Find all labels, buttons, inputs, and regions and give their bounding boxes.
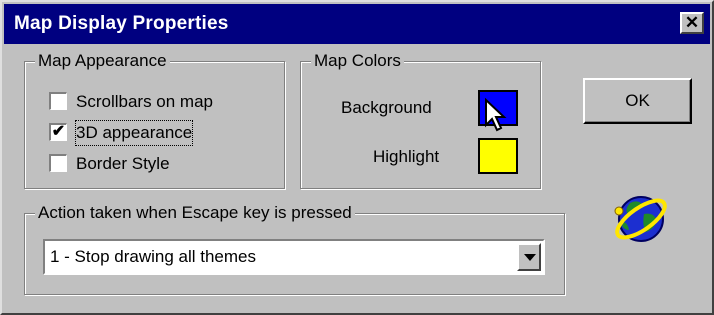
map-display-properties-dialog: Map Display Properties ✕ Map Appearance … — [0, 0, 714, 315]
map-colors-legend: Map Colors — [311, 50, 404, 72]
highlight-color-label: Highlight — [373, 147, 440, 166]
title-bar: Map Display Properties ✕ — [4, 4, 710, 44]
scrollbars-checkbox[interactable] — [49, 92, 67, 110]
escape-action-legend: Action taken when Escape key is pressed — [35, 202, 355, 224]
border-style-checkbox-row[interactable]: Border Style — [49, 152, 269, 176]
border-style-checkbox[interactable] — [49, 154, 67, 172]
map-appearance-legend: Map Appearance — [35, 50, 170, 72]
close-icon: ✕ — [684, 13, 700, 32]
dialog-title: Map Display Properties — [14, 13, 229, 34]
highlight-color-swatch[interactable] — [478, 138, 518, 174]
escape-action-value: 1 - Stop drawing all themes — [50, 247, 256, 266]
border-style-label: Border Style — [76, 154, 170, 173]
dropdown-arrow-button[interactable] — [517, 243, 541, 271]
background-color-label: Background — [341, 98, 432, 117]
chevron-down-icon — [524, 254, 536, 261]
3d-appearance-label: 3D appearance — [74, 120, 194, 146]
scrollbars-checkbox-row[interactable]: Scrollbars on map — [49, 90, 269, 114]
arrow-cursor-icon — [485, 98, 507, 132]
map-appearance-group: Map Appearance Scrollbars on map ✔ 3D ap… — [24, 50, 285, 189]
3d-appearance-checkbox[interactable]: ✔ — [49, 123, 67, 141]
scrollbars-label: Scrollbars on map — [76, 92, 214, 111]
3d-appearance-checkbox-row[interactable]: ✔ 3D appearance — [49, 120, 269, 146]
ok-button[interactable]: OK — [583, 78, 692, 124]
close-button[interactable]: ✕ — [680, 12, 704, 34]
globe-icon — [614, 196, 667, 242]
escape-action-dropdown[interactable]: 1 - Stop drawing all themes — [43, 239, 545, 275]
